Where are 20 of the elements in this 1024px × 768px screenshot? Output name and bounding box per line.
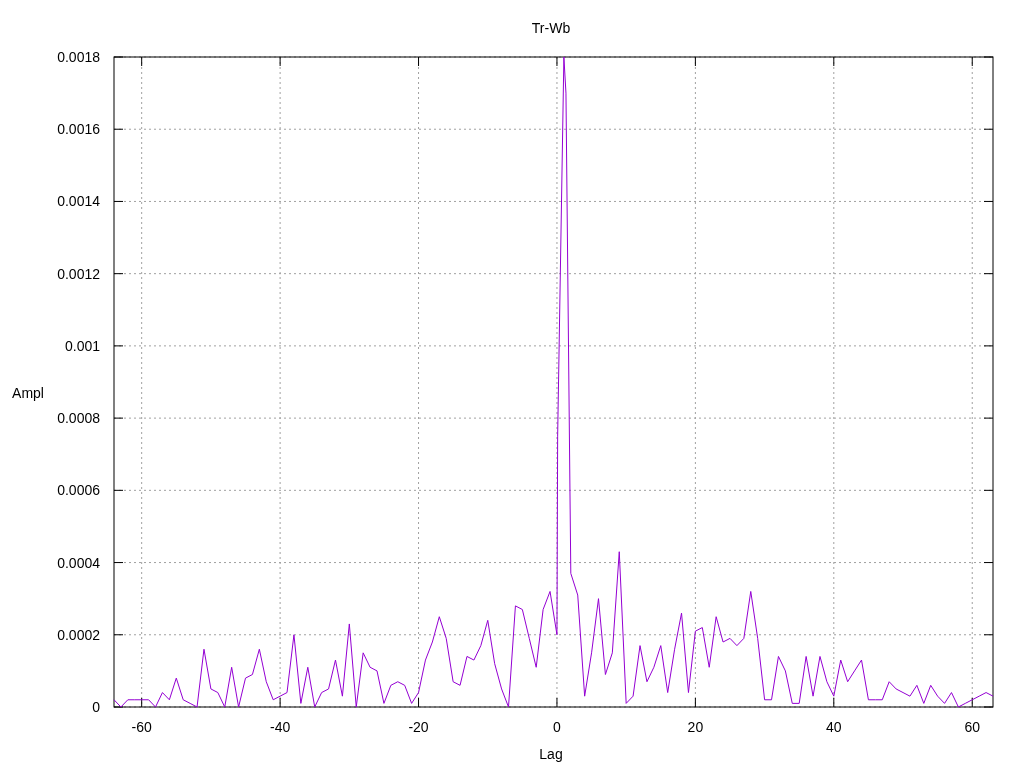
tick-label: 0.001 — [64, 337, 100, 354]
tick-label: 0.0006 — [57, 482, 100, 499]
tick-label: 0.0004 — [57, 554, 100, 571]
tick-label: -40 — [270, 719, 291, 735]
tick-label: 40 — [826, 719, 842, 735]
tick-label: 20 — [687, 719, 704, 735]
tick-label: 0.0002 — [57, 626, 100, 643]
axis-title: Ampl — [12, 385, 44, 401]
chart-title: Tr-Wb — [531, 20, 571, 36]
tick-label: 60 — [964, 719, 981, 735]
tick-label: 0.0016 — [57, 121, 100, 138]
tick-label: 0 — [92, 699, 100, 715]
tick-label: 0.0008 — [57, 410, 100, 427]
axis-title: Lag — [539, 746, 563, 762]
tick-label: -60 — [131, 719, 152, 735]
tick-label: -20 — [408, 719, 429, 735]
tick-label: 0.0018 — [57, 49, 100, 65]
tick-label: 0.0014 — [57, 193, 100, 210]
tick-label: 0.0012 — [57, 265, 100, 282]
tick-label: 0 — [553, 719, 561, 735]
